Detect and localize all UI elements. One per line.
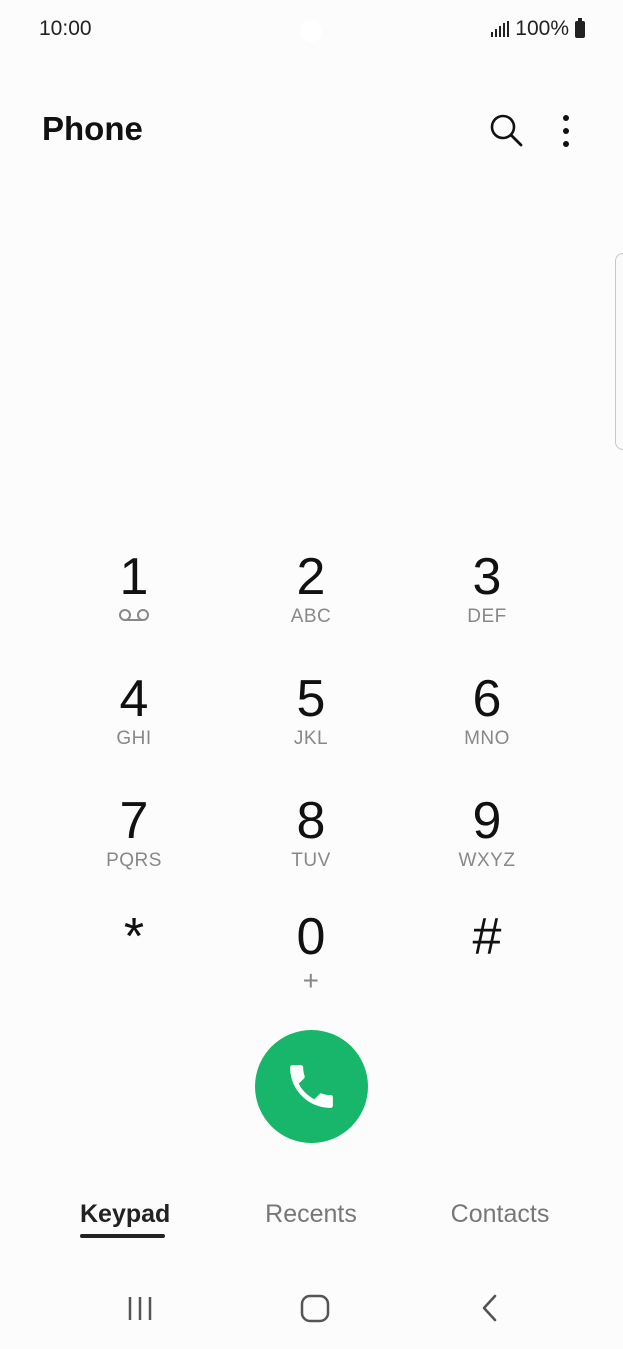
- recent-apps-button[interactable]: [125, 1288, 155, 1333]
- key-4[interactable]: 4 GHI: [64, 670, 204, 770]
- more-vertical-icon: [563, 115, 569, 147]
- key-digit: 4: [119, 670, 149, 728]
- key-6[interactable]: 6 MNO: [417, 670, 557, 770]
- key-digit: 5: [296, 670, 326, 728]
- more-options-button[interactable]: [552, 112, 580, 150]
- key-digit: #: [472, 908, 502, 966]
- key-digit: 8: [296, 792, 326, 850]
- back-button[interactable]: [475, 1288, 505, 1333]
- key-0[interactable]: 0 +: [241, 908, 381, 1008]
- key-digit: 1: [119, 548, 149, 606]
- front-camera: [300, 20, 322, 42]
- active-tab-indicator: [80, 1234, 165, 1238]
- key-8[interactable]: 8 TUV: [241, 792, 381, 892]
- voicemail-icon: [119, 609, 149, 621]
- key-letters: TUV: [291, 850, 331, 871]
- key-digit: 9: [472, 792, 502, 850]
- status-bar: 10:00 100%: [0, 0, 623, 60]
- key-letters: DEF: [467, 606, 507, 627]
- key-hash[interactable]: #: [417, 908, 557, 1008]
- key-letters: PQRS: [106, 850, 162, 871]
- battery-percentage: 100%: [515, 17, 569, 40]
- key-3[interactable]: 3 DEF: [417, 548, 557, 648]
- back-icon: [482, 1294, 497, 1322]
- battery-icon: [575, 17, 585, 38]
- key-7[interactable]: 7 PQRS: [64, 792, 204, 892]
- key-star[interactable]: *: [64, 908, 204, 1008]
- key-letters: MNO: [464, 728, 510, 749]
- edge-panel-handle[interactable]: [615, 253, 623, 450]
- search-button[interactable]: [486, 110, 526, 150]
- search-icon: [490, 114, 523, 147]
- page-title: Phone: [42, 110, 143, 147]
- tab-recents[interactable]: Recents: [255, 1200, 367, 1229]
- tab-keypad[interactable]: Keypad: [80, 1200, 170, 1229]
- home-icon: [300, 1294, 330, 1323]
- home-button[interactable]: [297, 1288, 333, 1333]
- key-letters: GHI: [116, 728, 152, 749]
- key-1[interactable]: 1: [64, 548, 204, 648]
- key-2[interactable]: 2 ABC: [241, 548, 381, 648]
- phone-icon: [290, 1065, 333, 1108]
- key-digit: 0: [296, 908, 326, 966]
- key-digit: *: [123, 908, 145, 966]
- status-indicators: 100%: [491, 17, 585, 41]
- key-5[interactable]: 5 JKL: [241, 670, 381, 770]
- key-letters: WXYZ: [458, 850, 516, 871]
- key-digit: 7: [119, 792, 149, 850]
- key-digit: 6: [472, 670, 502, 728]
- key-9[interactable]: 9 WXYZ: [417, 792, 557, 892]
- signal-icon: [491, 21, 510, 37]
- status-time: 10:00: [39, 17, 92, 40]
- key-letters: +: [302, 965, 320, 996]
- key-letters: ABC: [290, 606, 332, 627]
- call-button[interactable]: [255, 1030, 368, 1143]
- recent-apps-icon: [128, 1297, 152, 1320]
- key-digit: 3: [472, 548, 502, 606]
- key-letters: JKL: [293, 728, 329, 749]
- tab-contacts[interactable]: Contacts: [440, 1200, 560, 1229]
- key-digit: 2: [296, 548, 326, 606]
